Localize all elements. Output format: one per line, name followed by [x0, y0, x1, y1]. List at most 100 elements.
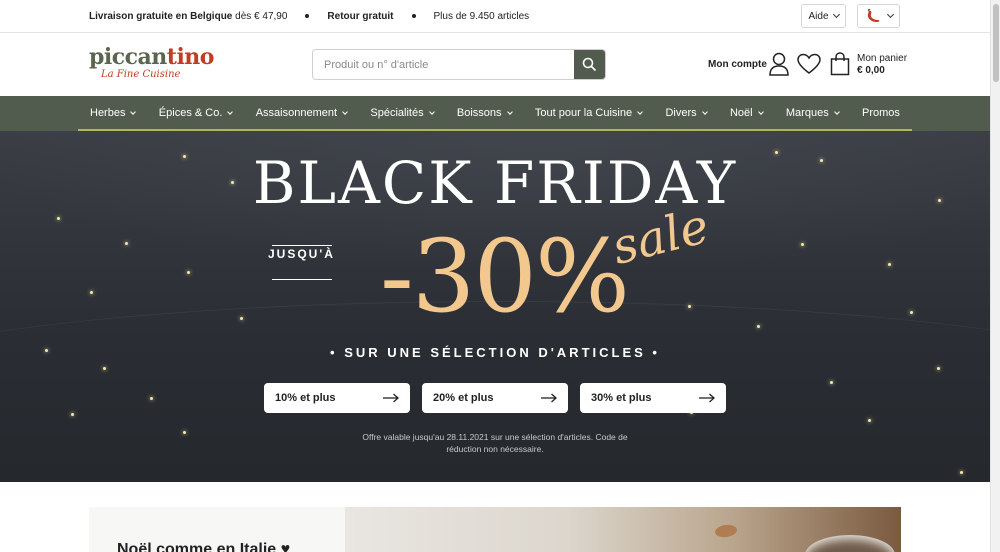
nav-item-label: Promos — [862, 106, 900, 119]
cart-summary[interactable]: Mon panier € 0,00 — [857, 53, 907, 77]
top-info: Livraison gratuite en Belgique dès € 47,… — [89, 11, 529, 22]
chevron-down-icon — [130, 108, 137, 115]
offer-button-20[interactable]: 20% et plus — [422, 383, 568, 413]
chevron-down-icon — [832, 10, 840, 19]
chevron-down-icon — [637, 108, 643, 115]
star-dot — [937, 367, 940, 370]
cookie-shape — [805, 535, 895, 552]
nav-item-label: Épices & Co. — [158, 106, 223, 119]
offer-label: 10% et plus — [275, 392, 336, 404]
star-dot — [125, 242, 128, 245]
selection-text: • SUR UNE SÉLECTION D'ARTICLES • — [330, 345, 660, 360]
chevron-down-icon — [757, 108, 764, 115]
promo-image — [345, 507, 901, 552]
upto-label: JUSQU'À — [268, 247, 335, 261]
promo-title: Noël comme en Italie ♥ — [117, 541, 291, 552]
divider-line — [272, 279, 332, 280]
star-dot — [71, 413, 74, 416]
nav-item-label: Tout pour la Cuisine — [534, 106, 633, 119]
logo-wordmark: piccantino — [89, 44, 214, 70]
chili-icon — [867, 9, 880, 22]
nav-item-label: Divers — [665, 106, 697, 119]
chevron-down-icon — [833, 108, 840, 115]
offer-note-line: réduction non nécessaire. — [446, 444, 544, 454]
search-button[interactable] — [574, 50, 605, 79]
nav-item[interactable]: Tout pour la Cuisine — [534, 106, 643, 119]
shopping-bag-icon[interactable] — [830, 52, 850, 76]
star-dot — [240, 317, 243, 320]
chevron-down-icon — [227, 108, 234, 115]
search-icon — [582, 57, 597, 72]
logo[interactable]: piccantino La Fine Cuisine — [89, 44, 214, 85]
offer-note: Offre valable jusqu'au 28.11.2021 sur un… — [0, 431, 990, 455]
christmas-italy-promo[interactable]: Noël comme en Italie ♥ — [89, 507, 901, 552]
nav-item-label: Boissons — [456, 106, 502, 119]
chevron-down-icon — [701, 108, 708, 115]
offer-label: 30% et plus — [591, 392, 652, 404]
separator-dot — [305, 14, 310, 18]
logo-tagline: La Fine Cuisine — [101, 69, 181, 80]
cart-label: Mon panier — [857, 53, 908, 64]
shipping-info: Livraison gratuite en Belgique dès € 47,… — [89, 10, 288, 22]
offer-note-line: Offre valable jusqu'au 28.11.2021 sur un… — [362, 432, 628, 442]
chevron-down-icon — [428, 108, 435, 115]
chevron-down-icon — [886, 10, 895, 19]
star-dot — [830, 381, 833, 384]
star-dot — [868, 419, 871, 422]
offer-buttons: 10% et plus 20% et plus 30% et plus — [264, 383, 726, 413]
nav-item[interactable]: Herbes — [90, 107, 137, 119]
nav-item[interactable]: Épices & Co. — [158, 106, 234, 119]
arrow-right-icon — [699, 393, 715, 403]
star-dot — [888, 263, 891, 266]
top-info-bar: Livraison gratuite en Belgique dès € 47,… — [0, 0, 990, 33]
star-dot — [801, 243, 804, 246]
user-icon[interactable] — [768, 52, 790, 76]
star-dot — [688, 305, 691, 308]
account-link[interactable]: Mon compte — [708, 59, 767, 70]
star-dot — [150, 397, 153, 400]
offer-button-10[interactable]: 10% et plus — [264, 383, 410, 413]
discount-percent: -30% — [380, 218, 630, 335]
star-dot — [757, 325, 760, 328]
heart-icon[interactable] — [797, 53, 821, 75]
offer-label: 20% et plus — [433, 392, 494, 404]
nav-item[interactable]: Spécialités — [370, 106, 435, 119]
star-dot — [57, 217, 60, 220]
nav-item[interactable]: Boissons — [456, 106, 513, 119]
nav-item-label: Marques — [785, 106, 829, 119]
offer-button-30[interactable]: 30% et plus — [580, 383, 726, 413]
nav-item-label: Assaisonnement — [255, 106, 338, 119]
scrollbar-thumb[interactable] — [993, 4, 999, 82]
chevron-down-icon — [342, 108, 348, 115]
nav-item-label: Spécialités — [370, 106, 424, 119]
almond-shape — [714, 523, 738, 539]
star-dot — [960, 471, 963, 474]
language-selector[interactable] — [857, 4, 900, 28]
arrow-right-icon — [383, 393, 399, 403]
nav-item-label: Noël — [729, 106, 753, 119]
search-bar — [312, 49, 606, 80]
search-input[interactable] — [313, 50, 574, 79]
cart-amount: € 0,00 — [857, 65, 885, 76]
star-dot — [187, 271, 190, 274]
chevron-down-icon — [506, 108, 513, 115]
site-header: piccantino La Fine Cuisine Mon compte Mo… — [0, 33, 990, 96]
help-dropdown[interactable]: Aide — [801, 4, 846, 28]
star-dot — [910, 311, 913, 314]
star-dot — [103, 367, 106, 370]
banner-title: BLACK FRIDAY — [252, 149, 738, 217]
articles-info: Plus de 9.450 articles — [433, 10, 530, 22]
arrow-right-icon — [541, 393, 557, 403]
nav-item[interactable]: Marques — [785, 106, 840, 119]
separator-dot — [411, 14, 416, 18]
nav-list: Herbes Épices & Co. Assaisonnement Spéciali… — [78, 96, 912, 131]
page-scrollbar[interactable] — [990, 0, 1000, 552]
help-label: Aide — [808, 10, 829, 22]
nav-item[interactable]: Assaisonnement — [255, 106, 348, 119]
divider-line — [272, 245, 332, 246]
nav-item[interactable]: Noël — [729, 106, 764, 119]
black-friday-banner[interactable]: BLACK FRIDAY JUSQU'À -30% sale • SUR UNE… — [0, 131, 990, 482]
main-navigation: Herbes Épices & Co. Assaisonnement Spéciali… — [0, 96, 990, 131]
nav-item[interactable]: Promos — [862, 107, 900, 119]
nav-item[interactable]: Divers — [665, 106, 708, 119]
